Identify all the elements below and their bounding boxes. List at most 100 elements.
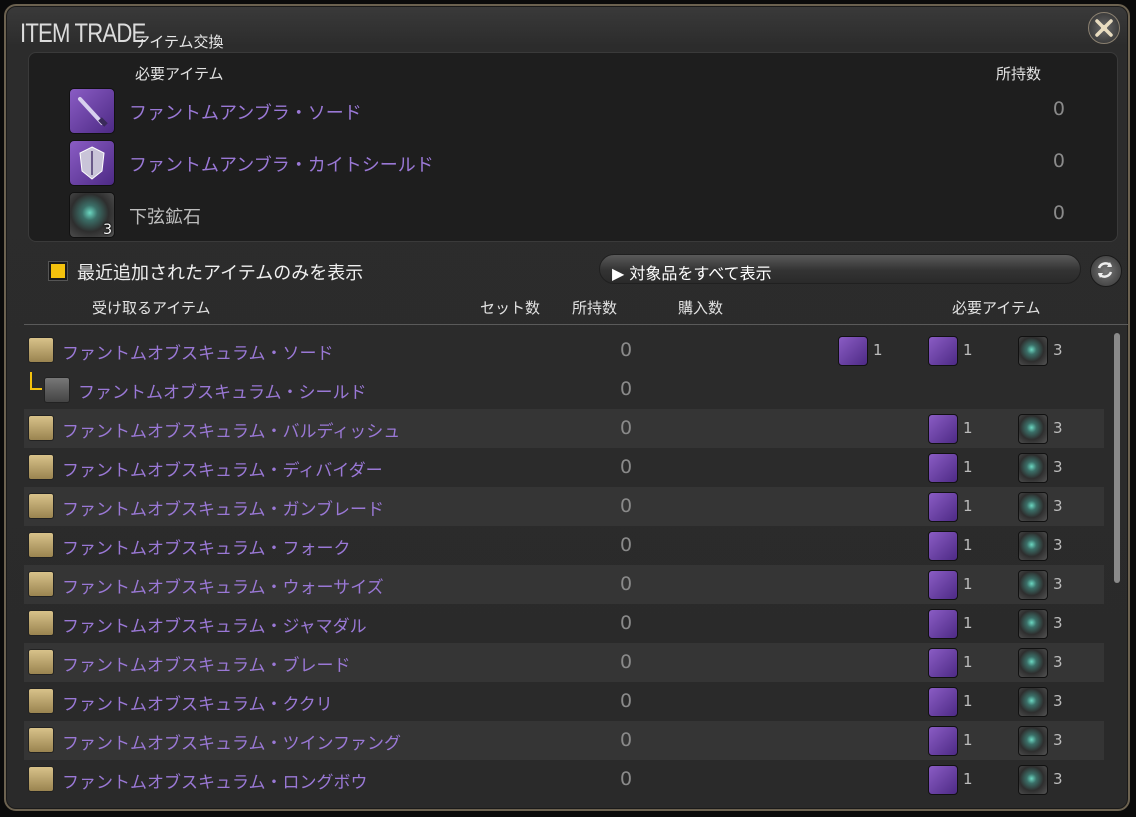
material-quantity: 1 xyxy=(963,341,973,359)
trade-item-owned: 0 xyxy=(620,534,633,556)
material-icon[interactable] xyxy=(928,726,958,756)
material-icon[interactable] xyxy=(838,336,868,366)
trade-row[interactable]: ファントムオブスキュラム・ガンブレード 0 1 3 xyxy=(24,487,1104,526)
ore-icon: 3 xyxy=(69,192,115,238)
material-icon[interactable] xyxy=(928,414,958,444)
material-icon[interactable] xyxy=(928,609,958,639)
required-item-row[interactable]: ファントムアンブラ・カイトシールド 0 xyxy=(29,139,1117,187)
list-scrollbar[interactable] xyxy=(1114,333,1120,583)
material-quantity: 3 xyxy=(1053,419,1063,437)
ore-icon[interactable] xyxy=(1018,492,1048,522)
filter-label: 最近追加されたアイテムのみを表示 xyxy=(77,263,364,284)
material-quantity: 3 xyxy=(1053,575,1063,593)
trade-row[interactable]: ファントムオブスキュラム・ウォーサイズ 0 1 3 xyxy=(24,565,1104,604)
required-item-header: 必要アイテム xyxy=(135,65,224,83)
material-quantity: 3 xyxy=(1053,614,1063,632)
weapon-icon xyxy=(28,727,54,753)
trade-row[interactable]: ファントムオブスキュラム・ツインファング 0 1 3 xyxy=(24,721,1104,760)
trade-item-owned: 0 xyxy=(620,690,633,712)
trade-item-name: ファントムオブスキュラム・フォーク xyxy=(62,539,351,559)
shield-icon xyxy=(44,377,70,403)
material-quantity: 1 xyxy=(963,614,973,632)
trade-row[interactable]: ファントムオブスキュラム・シールド 0 xyxy=(24,370,1104,409)
owned-header: 所持数 xyxy=(996,65,1042,83)
weapon-icon xyxy=(28,766,54,792)
trade-row[interactable]: ファントムオブスキュラム・ブレード 0 1 3 xyxy=(24,643,1104,682)
trade-item-owned: 0 xyxy=(620,378,633,400)
material-quantity: 1 xyxy=(963,731,973,749)
recent-items-filter[interactable]: 最近追加されたアイテムのみを表示 xyxy=(49,259,363,285)
trade-item-owned: 0 xyxy=(620,417,633,439)
trade-item-owned: 0 xyxy=(620,612,633,634)
column-receive: 受け取るアイテム xyxy=(92,299,211,317)
weapon-icon xyxy=(28,649,54,675)
material-icon[interactable] xyxy=(928,570,958,600)
required-item-name: ファントムアンブラ・ソード xyxy=(129,103,362,124)
required-item-name: 下弦鉱石 xyxy=(129,207,201,228)
trade-row[interactable]: ファントムオブスキュラム・ロングボウ 0 1 3 xyxy=(24,760,1104,799)
material-quantity: 3 xyxy=(1053,653,1063,671)
material-quantity: 1 xyxy=(963,419,973,437)
material-icon[interactable] xyxy=(928,453,958,483)
required-item-row[interactable]: ファントムアンブラ・ソード 0 xyxy=(29,87,1117,135)
material-icon[interactable] xyxy=(928,492,958,522)
ore-icon[interactable] xyxy=(1018,687,1048,717)
weapon-icon xyxy=(28,532,54,558)
material-icon[interactable] xyxy=(928,687,958,717)
material-quantity: 1 xyxy=(963,497,973,515)
close-button[interactable] xyxy=(1088,12,1120,44)
shield-icon xyxy=(69,140,115,186)
ore-icon[interactable] xyxy=(1018,453,1048,483)
material-quantity: 1 xyxy=(963,653,973,671)
trade-item-name: ファントムオブスキュラム・ジャマダル xyxy=(62,617,367,637)
trade-item-name: ファントムオブスキュラム・シールド xyxy=(78,383,367,403)
filter-checkbox[interactable] xyxy=(49,262,67,280)
sword-icon xyxy=(69,88,115,134)
ore-icon[interactable] xyxy=(1018,531,1048,561)
required-item-owned: 0 xyxy=(1052,202,1065,224)
trade-item-owned: 0 xyxy=(620,456,633,478)
weapon-icon xyxy=(28,610,54,636)
column-purchase: 購入数 xyxy=(678,299,724,317)
close-icon xyxy=(1095,19,1113,37)
ore-icon[interactable] xyxy=(1018,414,1048,444)
material-icon[interactable] xyxy=(928,336,958,366)
ore-icon[interactable] xyxy=(1018,336,1048,366)
show-all-button[interactable]: ▶ 対象品をすべて表示 xyxy=(599,254,1081,284)
trade-row[interactable]: ファントムオブスキュラム・フォーク 0 1 3 xyxy=(24,526,1104,565)
ore-icon[interactable] xyxy=(1018,609,1048,639)
trade-row[interactable]: ファントムオブスキュラム・バルディッシュ 0 1 3 xyxy=(24,409,1104,448)
trade-item-name: ファントムオブスキュラム・ツインファング xyxy=(62,734,401,754)
refresh-icon xyxy=(1097,262,1113,278)
material-icon[interactable] xyxy=(928,531,958,561)
trade-item-name: ファントムオブスキュラム・ブレード xyxy=(62,656,351,676)
material-icon[interactable] xyxy=(928,648,958,678)
material-quantity: 1 xyxy=(963,575,973,593)
material-quantity: 1 xyxy=(963,770,973,788)
material-quantity: 1 xyxy=(963,536,973,554)
trade-item-name: ファントムオブスキュラム・ソード xyxy=(62,344,334,364)
trade-item-owned: 0 xyxy=(620,651,633,673)
ore-icon[interactable] xyxy=(1018,648,1048,678)
column-required: 必要アイテム xyxy=(952,299,1041,317)
trade-row[interactable]: ファントムオブスキュラム・ククリ 0 1 3 xyxy=(24,682,1104,721)
trade-row[interactable]: ファントムオブスキュラム・ジャマダル 0 1 3 xyxy=(24,604,1104,643)
ore-icon[interactable] xyxy=(1018,765,1048,795)
trade-item-name: ファントムオブスキュラム・ディバイダー xyxy=(62,461,383,481)
ore-icon[interactable] xyxy=(1018,570,1048,600)
material-icon[interactable] xyxy=(928,765,958,795)
trade-row[interactable]: ファントムオブスキュラム・ディバイダー 0 1 3 xyxy=(24,448,1104,487)
refresh-button[interactable] xyxy=(1090,255,1122,287)
weapon-icon xyxy=(28,415,54,441)
trade-item-name: ファントムオブスキュラム・ウォーサイズ xyxy=(62,578,384,598)
trade-row[interactable]: ファントムオブスキュラム・ソード 0 1 1 3 xyxy=(24,331,1104,370)
trade-item-owned: 0 xyxy=(620,573,633,595)
trade-item-name: ファントムオブスキュラム・ガンブレード xyxy=(62,500,384,520)
weapon-icon xyxy=(28,337,54,363)
required-item-row[interactable]: 3 下弦鉱石 0 xyxy=(29,191,1117,239)
ore-icon[interactable] xyxy=(1018,726,1048,756)
required-item-owned: 0 xyxy=(1052,150,1065,172)
material-quantity: 3 xyxy=(1053,536,1063,554)
sub-item-branch xyxy=(30,372,42,390)
material-quantity: 3 xyxy=(1053,341,1063,359)
